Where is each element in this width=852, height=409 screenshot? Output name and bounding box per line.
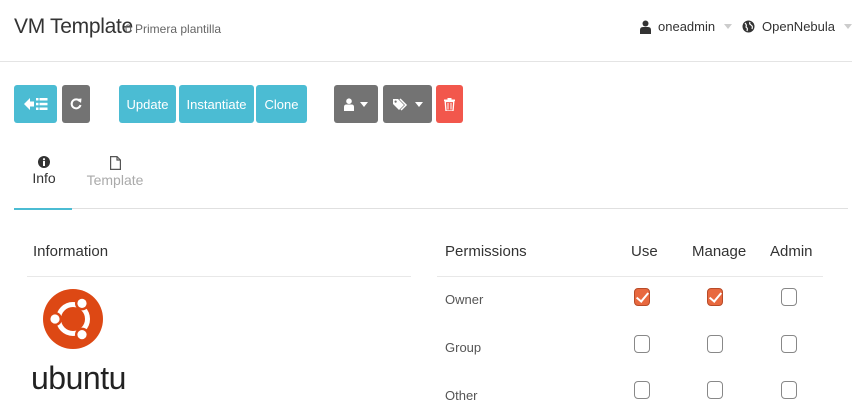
- active-tab-indicator: [14, 208, 72, 210]
- information-divider: [27, 276, 411, 277]
- zone-name: OpenNebula: [762, 19, 835, 34]
- clone-button[interactable]: Clone: [256, 85, 307, 123]
- chevron-down-icon: [724, 24, 733, 29]
- tabs-divider: [14, 208, 848, 209]
- chevron-down-icon: [844, 24, 852, 29]
- group-manage-checkbox[interactable]: [707, 335, 723, 353]
- globe-icon: [742, 20, 755, 33]
- zone-menu[interactable]: OpenNebula: [742, 19, 852, 34]
- permissions-divider: [437, 276, 823, 277]
- permission-row-group: Group: [445, 340, 482, 355]
- back-list-icon: [23, 98, 47, 110]
- owner-manage-checkbox[interactable]: [707, 288, 723, 306]
- tab-info[interactable]: Info: [28, 156, 60, 186]
- page-subtitle: 0 Primera plantilla: [125, 22, 222, 36]
- permission-row-owner: Owner: [445, 292, 484, 307]
- instantiate-button[interactable]: Instantiate: [179, 85, 254, 123]
- user-icon: [640, 20, 651, 34]
- refresh-button[interactable]: [62, 85, 90, 123]
- tags-icon: [392, 97, 407, 111]
- user-name: oneadmin: [658, 19, 716, 34]
- chevron-down-icon: [414, 101, 423, 107]
- permission-row-other: Other: [445, 388, 478, 403]
- group-admin-checkbox[interactable]: [781, 335, 797, 353]
- owner-admin-checkbox[interactable]: [781, 288, 797, 306]
- labels-button[interactable]: [383, 85, 432, 123]
- refresh-icon: [70, 98, 82, 110]
- page-title: VM Template: [14, 15, 133, 38]
- column-manage: Manage: [692, 243, 747, 260]
- tab-template[interactable]: Template: [86, 156, 144, 188]
- group-use-checkbox[interactable]: [634, 335, 650, 353]
- page-header: VM Template 0 Primera plantilla oneadmin…: [0, 0, 852, 62]
- info-icon: [38, 156, 50, 168]
- column-use: Use: [631, 243, 658, 260]
- owner-use-checkbox[interactable]: [634, 288, 650, 306]
- column-admin: Admin: [770, 243, 813, 260]
- tab-template-label: Template: [86, 172, 144, 188]
- tab-info-label: Info: [32, 170, 56, 186]
- other-manage-checkbox[interactable]: [707, 381, 723, 399]
- file-icon: [109, 156, 121, 170]
- back-to-list-button[interactable]: [14, 85, 57, 123]
- permissions-heading: Permissions: [445, 243, 527, 260]
- change-owner-button[interactable]: [334, 85, 378, 123]
- trash-icon: [444, 97, 455, 111]
- update-button[interactable]: Update: [119, 85, 176, 123]
- user-menu[interactable]: oneadmin: [640, 19, 733, 34]
- information-heading: Information: [33, 243, 109, 260]
- chevron-down-icon: [360, 101, 368, 107]
- other-use-checkbox[interactable]: [634, 381, 650, 399]
- delete-button[interactable]: [436, 85, 463, 123]
- ubuntu-logo-text: ubuntu: [31, 360, 126, 396]
- user-icon: [344, 97, 354, 111]
- other-admin-checkbox[interactable]: [781, 381, 797, 399]
